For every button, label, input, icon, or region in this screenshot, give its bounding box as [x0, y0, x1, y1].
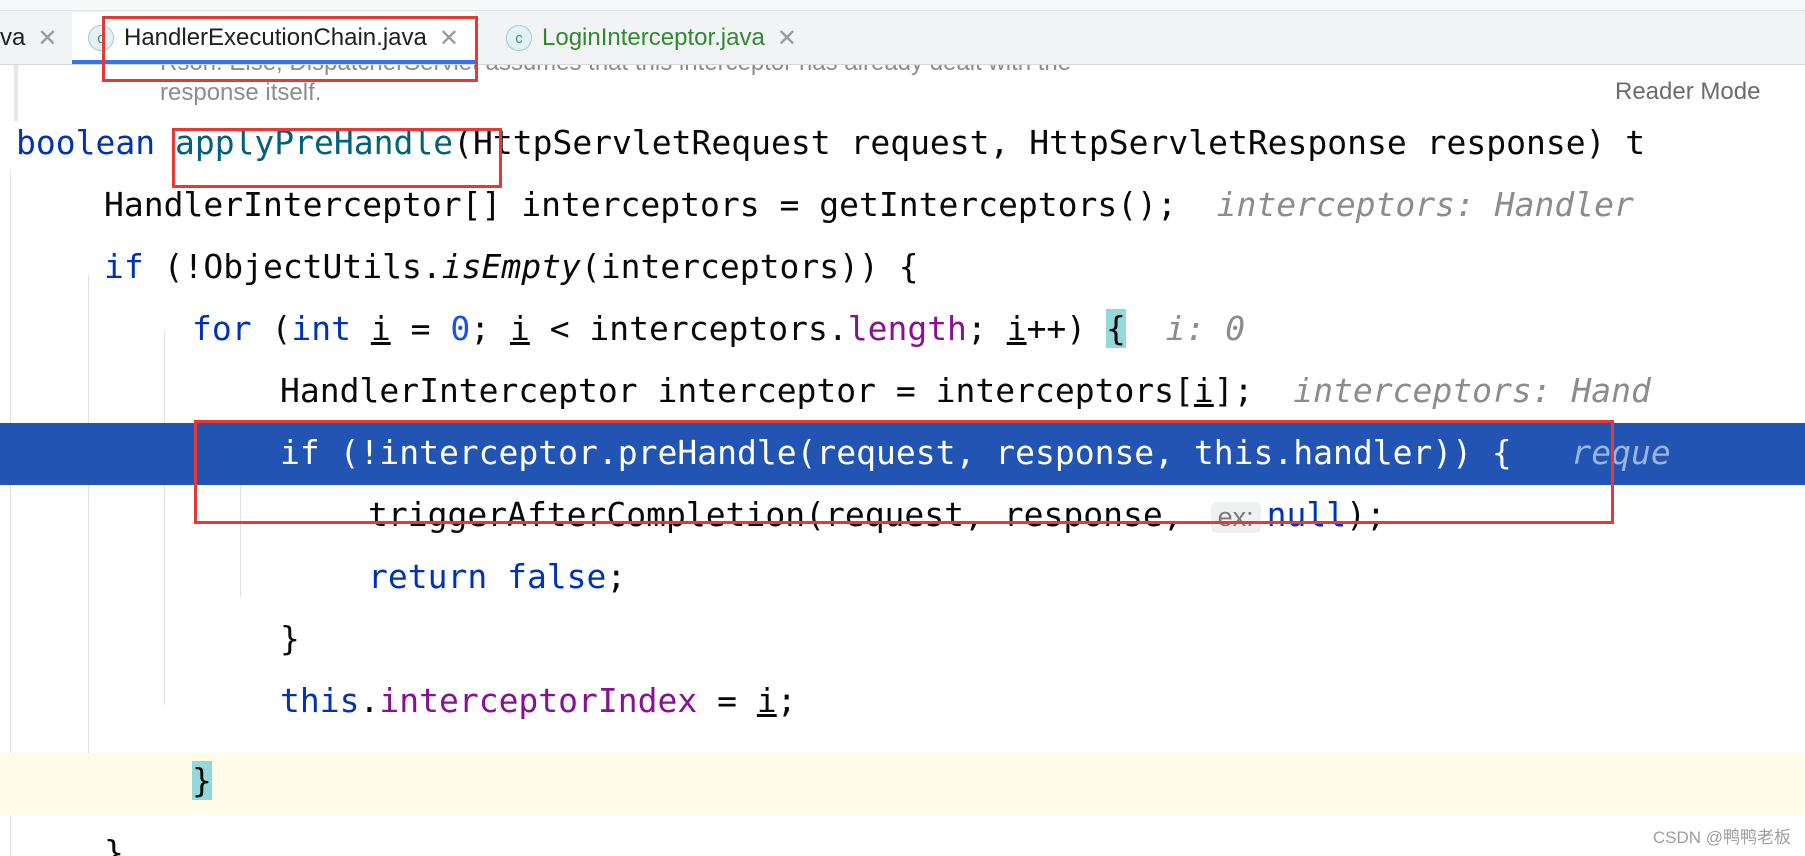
static-method: isEmpty: [441, 247, 581, 286]
code-line[interactable]: for (int i = 0; i < interceptors.length;…: [0, 299, 1805, 361]
field-name: length: [847, 309, 967, 348]
debug-value-hint: interceptors: Hand: [1293, 371, 1651, 410]
code-text: HandlerInterceptor interceptor = interce…: [280, 371, 1194, 410]
code-text: ;: [776, 681, 797, 720]
code-text: =: [390, 309, 451, 348]
field-name: interceptorIndex: [379, 681, 698, 720]
code-text: }: [104, 833, 124, 856]
debug-value-hint: i: 0: [1165, 309, 1246, 348]
matched-brace: {: [1106, 309, 1126, 348]
keyword: boolean: [16, 123, 175, 162]
code-text: .: [359, 681, 380, 720]
code-line[interactable]: }: [0, 609, 1805, 671]
reader-mode-button[interactable]: Reader Mode: [1615, 78, 1760, 106]
keyword: for: [192, 309, 272, 348]
loop-variable: i: [509, 309, 530, 348]
loop-variable: i: [370, 309, 391, 348]
code-text: ;: [606, 557, 627, 596]
keyword: return false: [368, 557, 607, 596]
close-icon[interactable]: ✕: [37, 24, 57, 53]
code-text: < interceptors.: [529, 309, 848, 348]
code-line[interactable]: return false;: [0, 547, 1805, 609]
annotation-box: [172, 128, 502, 188]
tab-login-interceptor[interactable]: c LoginInterceptor.java ✕: [506, 12, 797, 64]
code-line[interactable]: HandlerInterceptor interceptor = interce…: [0, 361, 1805, 423]
close-icon[interactable]: ✕: [777, 24, 797, 53]
class-icon: c: [506, 25, 532, 51]
keyword: int: [291, 309, 371, 348]
code-text: }: [280, 619, 300, 658]
code-text: (: [271, 309, 292, 348]
loop-variable: i: [756, 681, 777, 720]
keyword: if: [104, 247, 164, 286]
code-text: ];: [1213, 371, 1254, 410]
tab-label: LoginInterceptor.java: [542, 24, 765, 51]
code-line[interactable]: }: [0, 815, 1805, 856]
code-text: HandlerInterceptor[] interceptors = getI…: [104, 185, 1177, 224]
annotation-box: [194, 420, 1614, 524]
code-text: ;: [470, 309, 510, 348]
matched-brace: }: [192, 761, 212, 800]
keyword: this: [280, 681, 360, 720]
code-text: (HttpServletRequest request, HttpServlet…: [453, 123, 1646, 162]
annotation-box: [102, 16, 478, 82]
loop-variable: i: [1006, 309, 1027, 348]
caret-line[interactable]: }: [0, 753, 1805, 815]
code-text: ;: [966, 309, 1007, 348]
doc-comment-line: response itself.: [160, 79, 322, 106]
code-text: (!ObjectUtils.: [163, 247, 442, 286]
top-strip: [0, 0, 1805, 11]
tab-label: va: [0, 24, 26, 51]
code-text: (interceptors)) {: [580, 247, 919, 286]
code-line[interactable]: if (!ObjectUtils.isEmpty(interceptors)) …: [0, 237, 1805, 299]
loop-variable: i: [1193, 371, 1214, 410]
code-line[interactable]: this.interceptorIndex = i;: [0, 671, 1805, 733]
debug-value-hint: interceptors: Handler: [1216, 185, 1634, 224]
code-text: ++): [1026, 309, 1107, 348]
number-literal: 0: [450, 309, 471, 348]
watermark: CSDN @鸭鸭老板: [1652, 828, 1791, 847]
tab-previous-file[interactable]: va ✕: [0, 12, 57, 64]
code-text: =: [697, 681, 757, 720]
